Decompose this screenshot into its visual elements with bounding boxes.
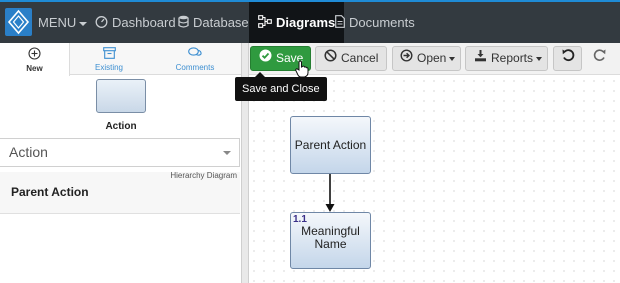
tab-label: Comments: [175, 63, 215, 72]
document-icon: [335, 3, 345, 44]
nav-item-dashboard[interactable]: Dashboard: [95, 2, 176, 43]
node-label: Parent Action: [294, 138, 367, 152]
shape-type-select[interactable]: Action: [0, 138, 240, 167]
nav-item-diagrams[interactable]: Diagrams: [249, 2, 345, 44]
diagram-type-label: Hierarchy Diagram: [170, 171, 237, 180]
download-icon: [474, 47, 487, 70]
diagram-canvas[interactable]: Parent Action 1.1 Meaningful Name: [249, 76, 620, 283]
ban-icon: [324, 47, 337, 70]
action-shape-preview[interactable]: [96, 79, 146, 113]
reports-label: Reports: [491, 51, 534, 65]
tab-label: New: [26, 64, 43, 73]
tooltip-arrow: [255, 72, 265, 77]
open-button[interactable]: Open: [392, 46, 461, 71]
chevron-down-icon: [449, 56, 456, 61]
check-circle-icon: [259, 47, 272, 70]
cancel-label: Cancel: [341, 51, 379, 65]
nav-item-label: Dashboard: [112, 15, 176, 30]
redo-button[interactable]: [586, 46, 613, 71]
chevron-down-icon: [536, 56, 543, 61]
tab-existing[interactable]: Existing: [74, 43, 144, 75]
open-label: Open: [417, 51, 447, 65]
diagram-icon: [258, 3, 272, 44]
tab-label: Existing: [94, 63, 123, 72]
tooltip-text: Save and Close: [242, 83, 320, 95]
menu-label: MENU: [38, 15, 77, 30]
tab-new[interactable]: New: [0, 43, 70, 76]
save-tooltip: Save and Close: [235, 72, 327, 101]
menu-button[interactable]: MENU: [38, 2, 88, 43]
hand-pointer-cursor-icon: [295, 60, 309, 83]
node-label-line: Name: [314, 237, 347, 251]
chevron-down-icon: [79, 21, 88, 26]
comments-icon: [160, 47, 230, 61]
cancel-button[interactable]: Cancel: [315, 46, 387, 71]
database-icon: [178, 3, 189, 44]
diamond-logo-icon[interactable]: [5, 8, 32, 36]
child-action-node[interactable]: 1.1 Meaningful Name: [290, 212, 371, 269]
panel-tabs: New Existing Comments: [0, 43, 241, 76]
nav-item-label: Database: [193, 15, 249, 30]
parent-label: Parent Action: [11, 185, 89, 199]
dashboard-icon: [95, 3, 108, 44]
shape-type-value: Action: [9, 144, 48, 160]
plus-circle-icon: [0, 47, 69, 62]
nav-item-label: Diagrams: [276, 15, 336, 30]
tab-comments[interactable]: Comments: [160, 43, 230, 75]
node-number: 1.1: [293, 214, 307, 225]
reports-button[interactable]: Reports: [465, 46, 548, 71]
nav-item-database[interactable]: Database: [178, 2, 249, 43]
undo-button[interactable]: [553, 46, 582, 71]
archive-icon: [74, 47, 144, 61]
redo-icon: [593, 47, 607, 70]
left-panel: New Existing Comments Action Action Pare…: [0, 43, 241, 283]
nav-item-label: Documents: [349, 15, 415, 30]
parent-action-node[interactable]: Parent Action: [290, 116, 371, 174]
nav-item-documents[interactable]: Documents: [335, 2, 415, 43]
chevron-down-icon: [223, 151, 231, 155]
arrow-circle-right-icon: [400, 47, 413, 70]
top-nav-bar: MENU Dashboard Database Diagrams Documen…: [0, 0, 620, 43]
undo-icon: [561, 47, 575, 70]
shape-label: Action: [105, 121, 137, 132]
